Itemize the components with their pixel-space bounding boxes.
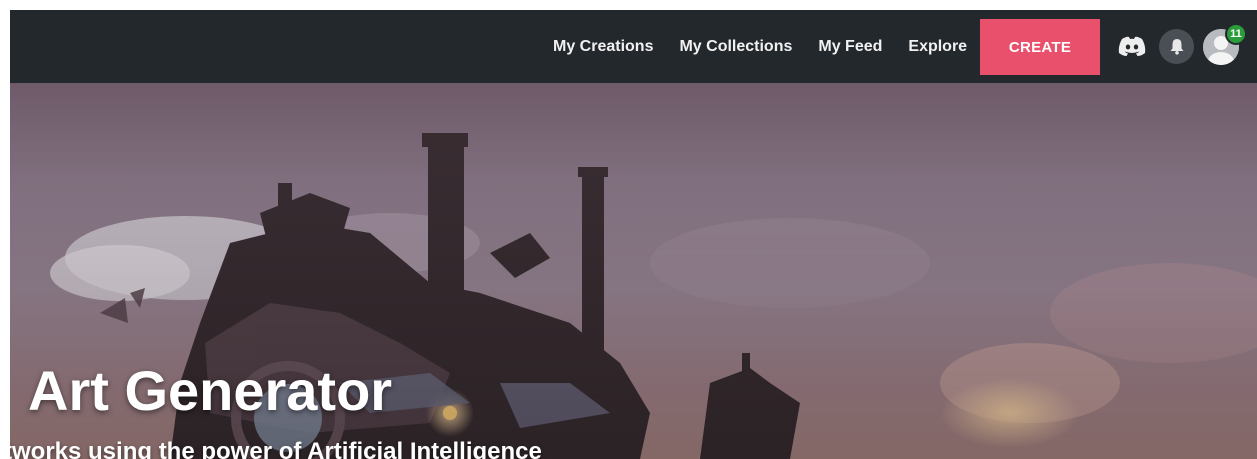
top-navbar: My Creations My Collections My Feed Expl…: [10, 10, 1257, 83]
nav-my-collections[interactable]: My Collections: [666, 38, 805, 56]
nav-my-creations[interactable]: My Creations: [540, 38, 666, 56]
hero-title: Art Generator: [28, 359, 393, 422]
nav-my-feed[interactable]: My Feed: [805, 38, 895, 56]
bell-icon: [1170, 39, 1183, 55]
nav-links: My Creations My Collections My Feed Expl…: [540, 10, 980, 83]
notifications-button[interactable]: [1159, 29, 1194, 64]
nav-explore[interactable]: Explore: [895, 38, 980, 56]
discord-icon[interactable]: [1118, 35, 1146, 57]
hero-subtitle: tworks using the power of Artificial Int…: [10, 438, 542, 459]
page-frame: My Creations My Collections My Feed Expl…: [10, 10, 1257, 459]
create-button[interactable]: CREATE: [980, 19, 1100, 75]
hero-banner: Art Generator tworks using the power of …: [10, 83, 1257, 459]
notification-count-badge: 11: [1225, 23, 1247, 45]
